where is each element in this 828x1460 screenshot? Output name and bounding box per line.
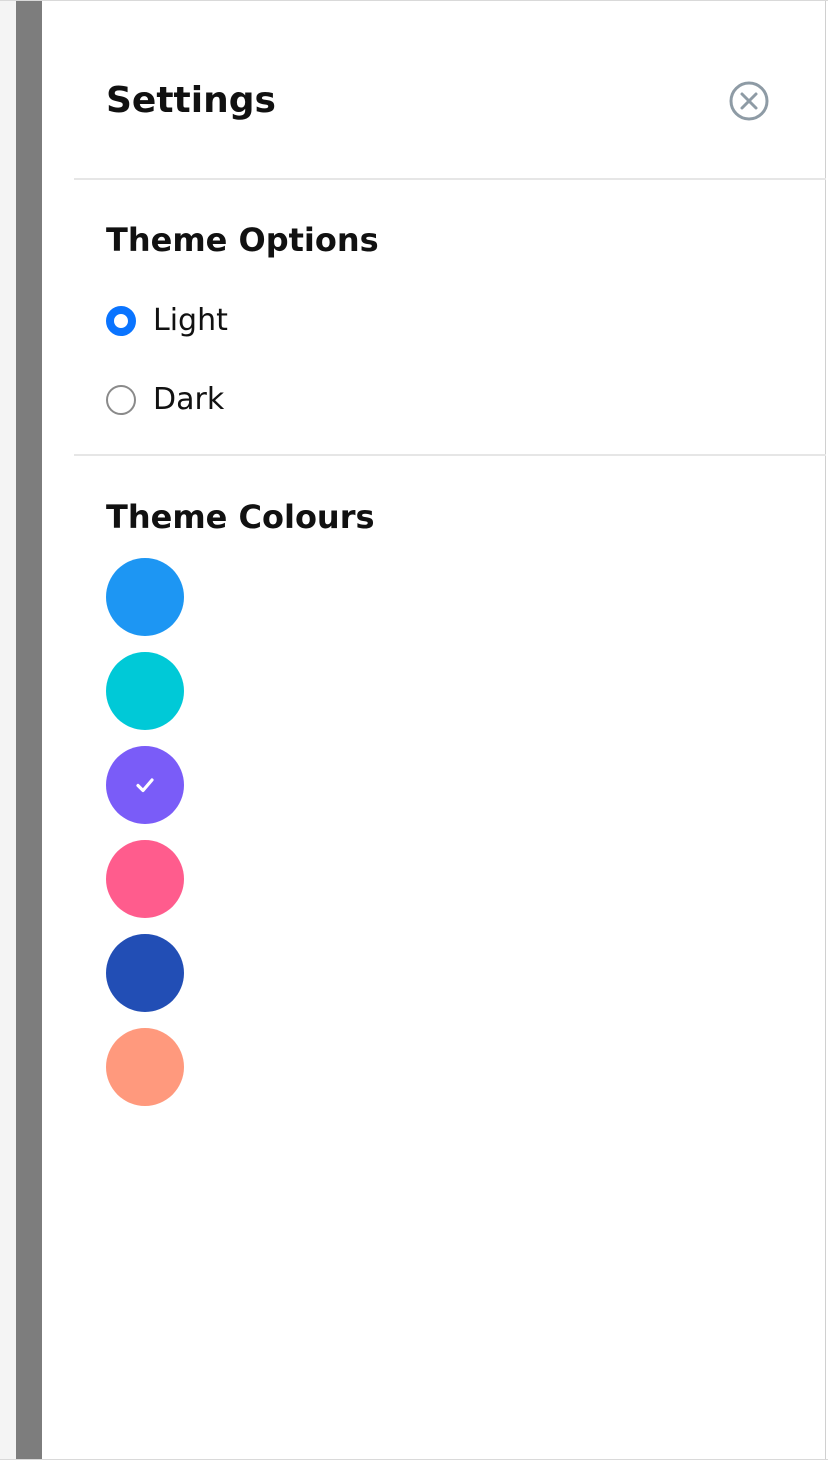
background-page-edge xyxy=(0,1,16,1459)
modal-overlay[interactable] xyxy=(16,1,42,1459)
settings-header: Settings xyxy=(42,1,825,179)
theme-colours-heading: Theme Colours xyxy=(106,498,375,536)
checkmark-icon xyxy=(136,778,154,793)
section-divider xyxy=(74,454,826,456)
radio-dark[interactable] xyxy=(106,385,136,415)
colour-swatch-1[interactable] xyxy=(106,558,184,636)
theme-option-light[interactable]: Light xyxy=(106,301,228,341)
panel-title: Settings xyxy=(106,80,276,121)
colour-swatch-5[interactable] xyxy=(106,934,184,1012)
theme-options-heading: Theme Options xyxy=(106,221,379,259)
app-viewport: Settings Theme Options Light Dark Theme … xyxy=(0,0,828,1460)
colour-swatch-2[interactable] xyxy=(106,652,184,730)
theme-option-dark[interactable]: Dark xyxy=(106,380,224,420)
close-button[interactable] xyxy=(728,80,770,122)
radio-light[interactable] xyxy=(106,306,136,336)
colour-swatch-3[interactable] xyxy=(106,746,184,824)
radio-label-dark: Dark xyxy=(153,382,225,417)
header-divider xyxy=(74,178,826,180)
radio-label-light: Light xyxy=(153,303,228,338)
close-circle-icon xyxy=(729,81,769,121)
colour-swatch-4[interactable] xyxy=(106,840,184,918)
settings-panel: Settings Theme Options Light Dark Theme … xyxy=(42,1,826,1459)
colour-swatch-6[interactable] xyxy=(106,1028,184,1106)
